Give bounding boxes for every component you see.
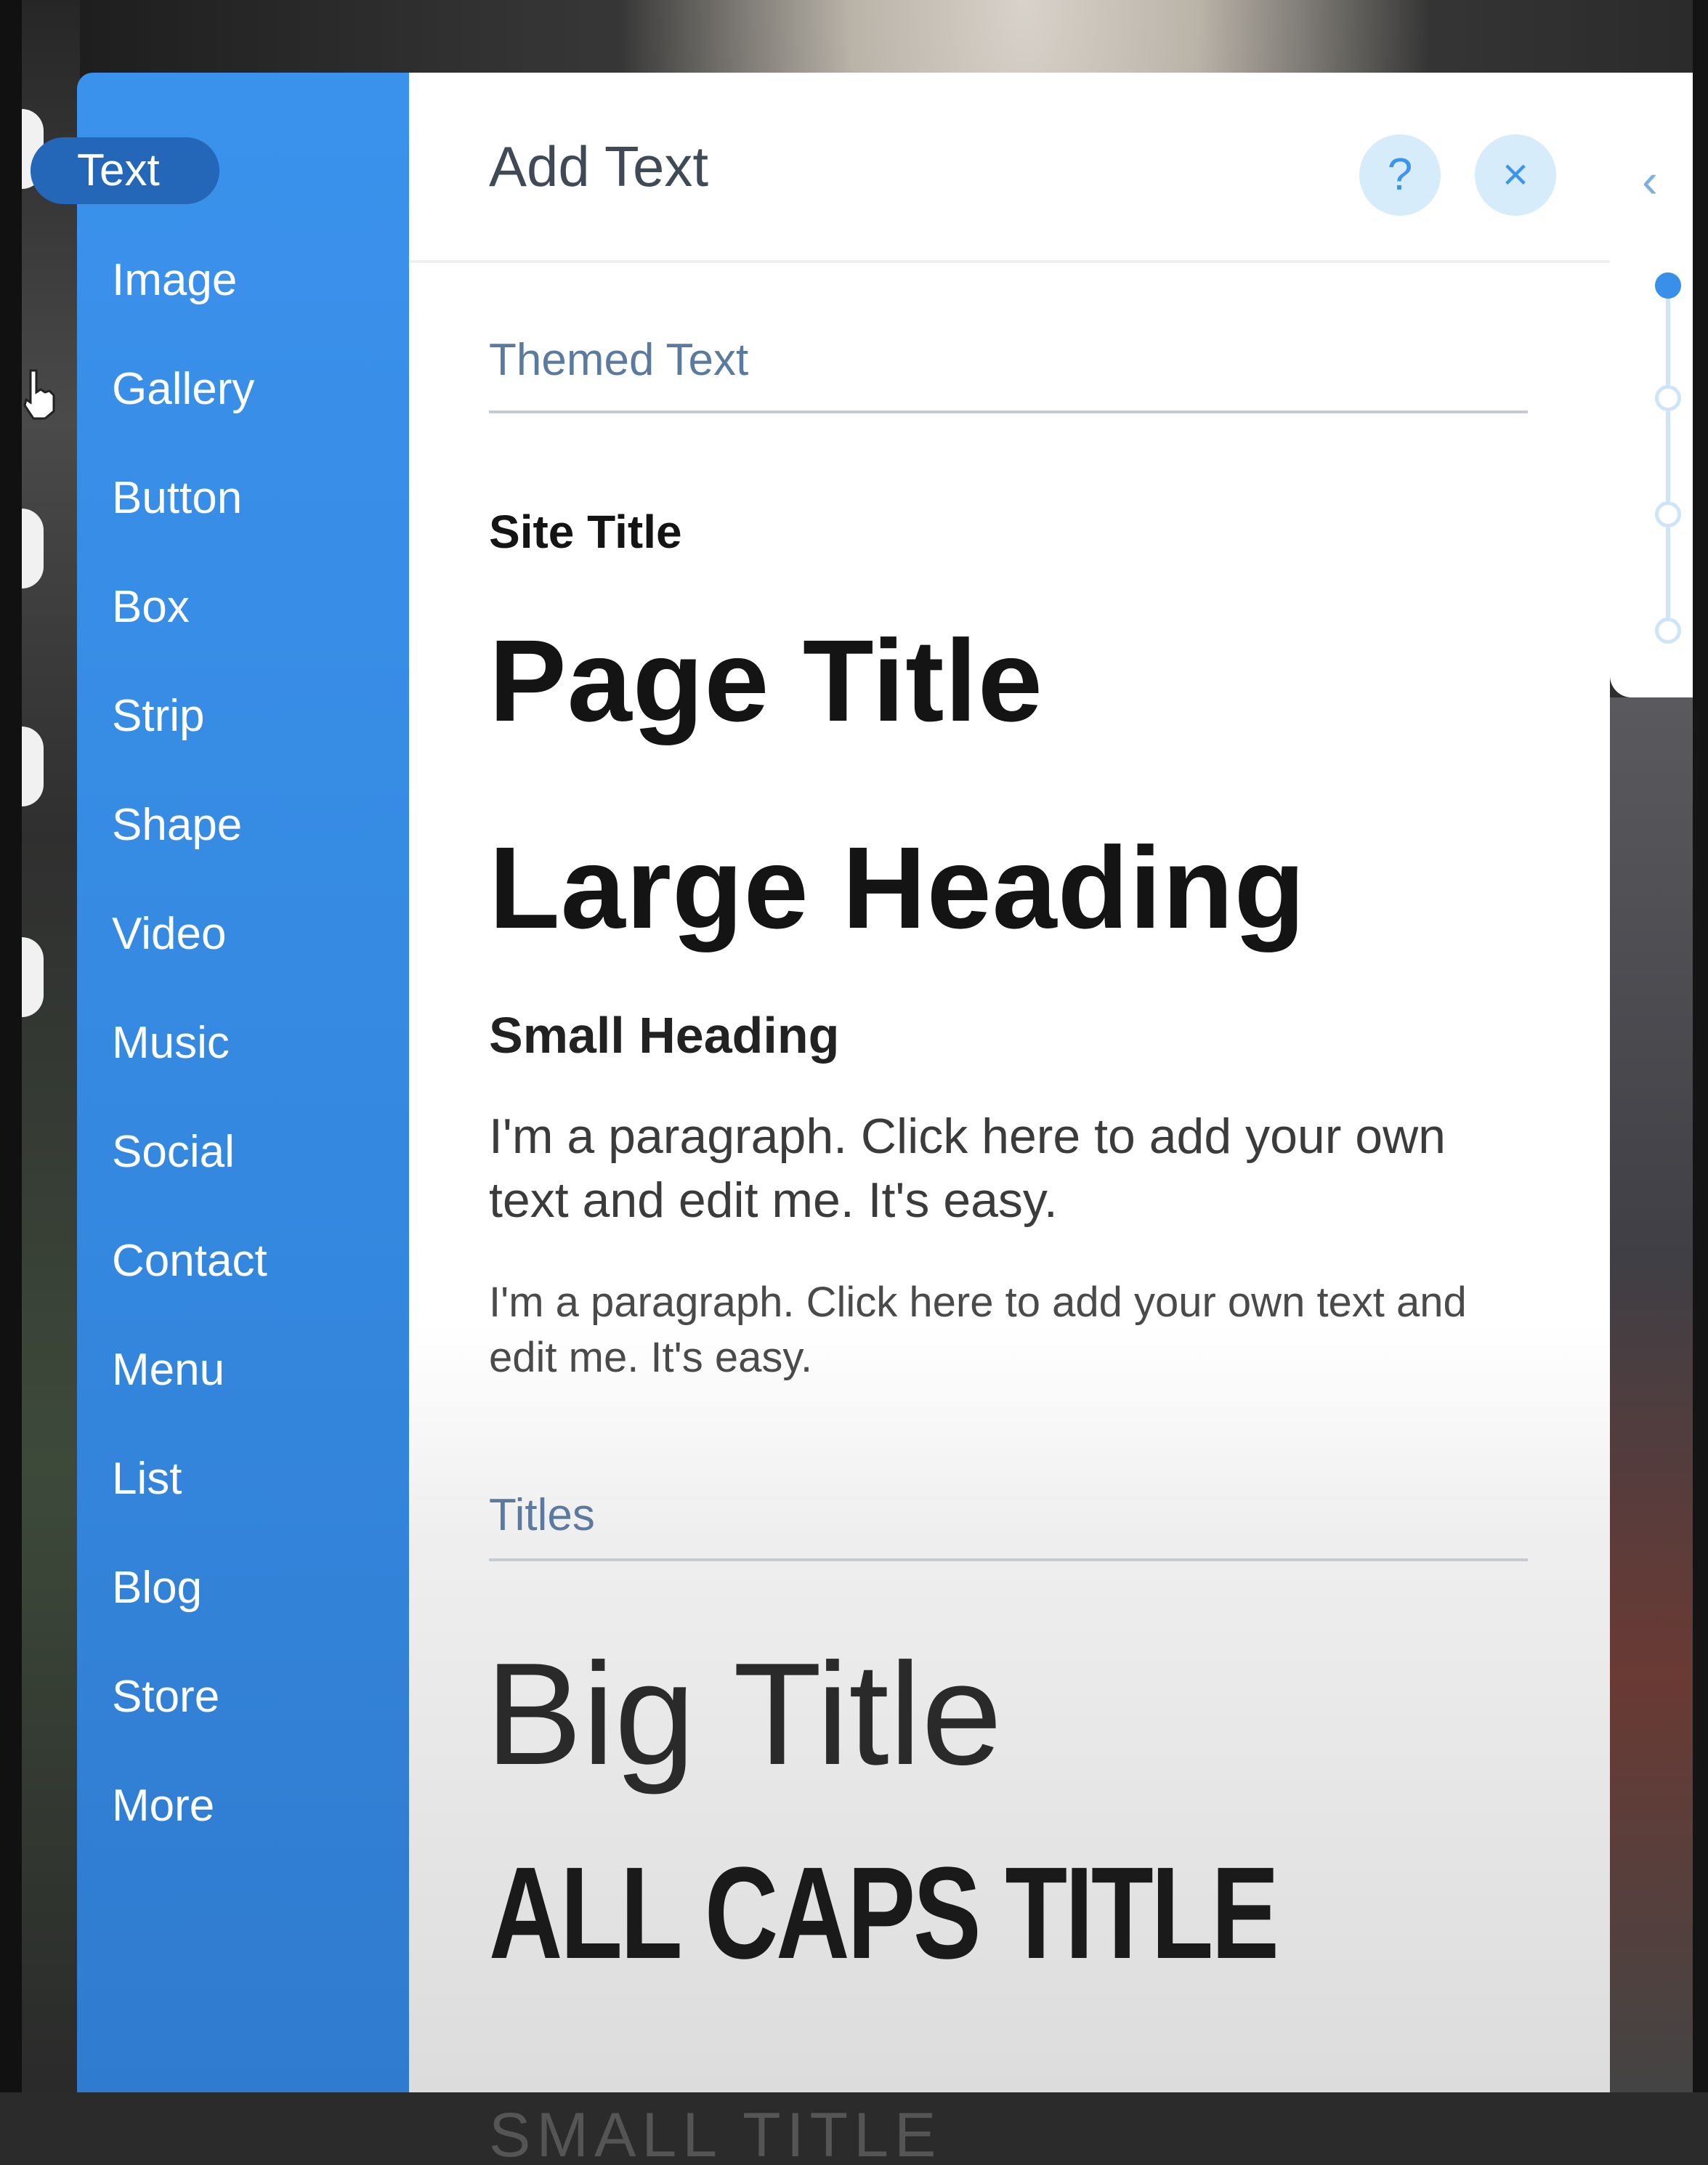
rail-step-2[interactable] [1655,385,1681,411]
sidebar-item-box[interactable]: Box [78,574,296,641]
sidebar-item-button[interactable]: Button [78,465,296,532]
sidebar-item-more[interactable]: More [78,1773,296,1840]
titles-section-label: Titles [489,1490,595,1540]
all-caps-title-preset[interactable]: ALL CAPS TITLE [489,1838,1279,1988]
collapse-arrow-icon[interactable]: ‹ [1642,153,1658,208]
panel-header: Add Text ? × [409,73,1610,263]
help-button[interactable]: ? [1359,134,1441,216]
small-heading-preset[interactable]: Small Heading [489,1006,839,1064]
close-button[interactable]: × [1475,134,1556,216]
section-rail: ‹ [1610,73,1693,697]
page-title-preset[interactable]: Page Title [489,614,1043,748]
canvas-left-area [22,0,80,2092]
hand-cursor-icon [23,369,55,420]
panel-title: Add Text [489,134,709,198]
screen-edge-right [1693,0,1708,2092]
sidebar-item-strip[interactable]: Strip [78,683,296,750]
rail-step-3[interactable] [1655,501,1681,527]
section-divider [489,1558,1528,1561]
themed-text-section-label: Themed Text [489,335,749,385]
sidebar-item-menu[interactable]: Menu [78,1337,296,1404]
close-icon: × [1502,150,1529,200]
small-title-preset[interactable]: SMALL TITLE [489,2100,942,2165]
canvas-shape [22,937,44,1017]
sidebar-item-image[interactable]: Image [78,247,296,314]
rail-step-4[interactable] [1655,618,1681,644]
rail-track [1666,291,1670,639]
canvas-shape [22,727,44,806]
paragraph-preset-1[interactable]: I'm a paragraph. Click here to add your … [489,1104,1506,1232]
rail-step-1[interactable] [1655,272,1681,299]
sidebar-item-shape[interactable]: Shape [78,792,296,859]
sidebar-item-store[interactable]: Store [78,1664,296,1731]
sidebar-item-social[interactable]: Social [78,1119,296,1186]
sidebar-item-list[interactable]: List [78,1446,296,1513]
paragraph-preset-2[interactable]: I'm a paragraph. Click here to add your … [489,1275,1506,1385]
help-icon: ? [1387,150,1413,200]
add-text-panel: Add Text ? × Themed Text Site Title Page… [409,73,1610,2165]
screen-edge [0,0,22,2092]
sidebar-item-contact[interactable]: Contact [78,1228,296,1295]
canvas-shape [22,509,44,588]
sidebar-item-gallery[interactable]: Gallery [78,356,296,423]
sidebar-item-text[interactable]: Text [31,137,219,204]
sidebar-item-video[interactable]: Video [78,901,296,968]
site-title-preset[interactable]: Site Title [489,505,682,559]
sidebar-item-music[interactable]: Music [78,1010,296,1077]
large-heading-preset[interactable]: Large Heading [489,821,1306,955]
big-title-preset[interactable]: Big Title [485,1631,1002,1798]
section-divider [489,410,1528,413]
sidebar-item-blog[interactable]: Blog [78,1555,296,1622]
